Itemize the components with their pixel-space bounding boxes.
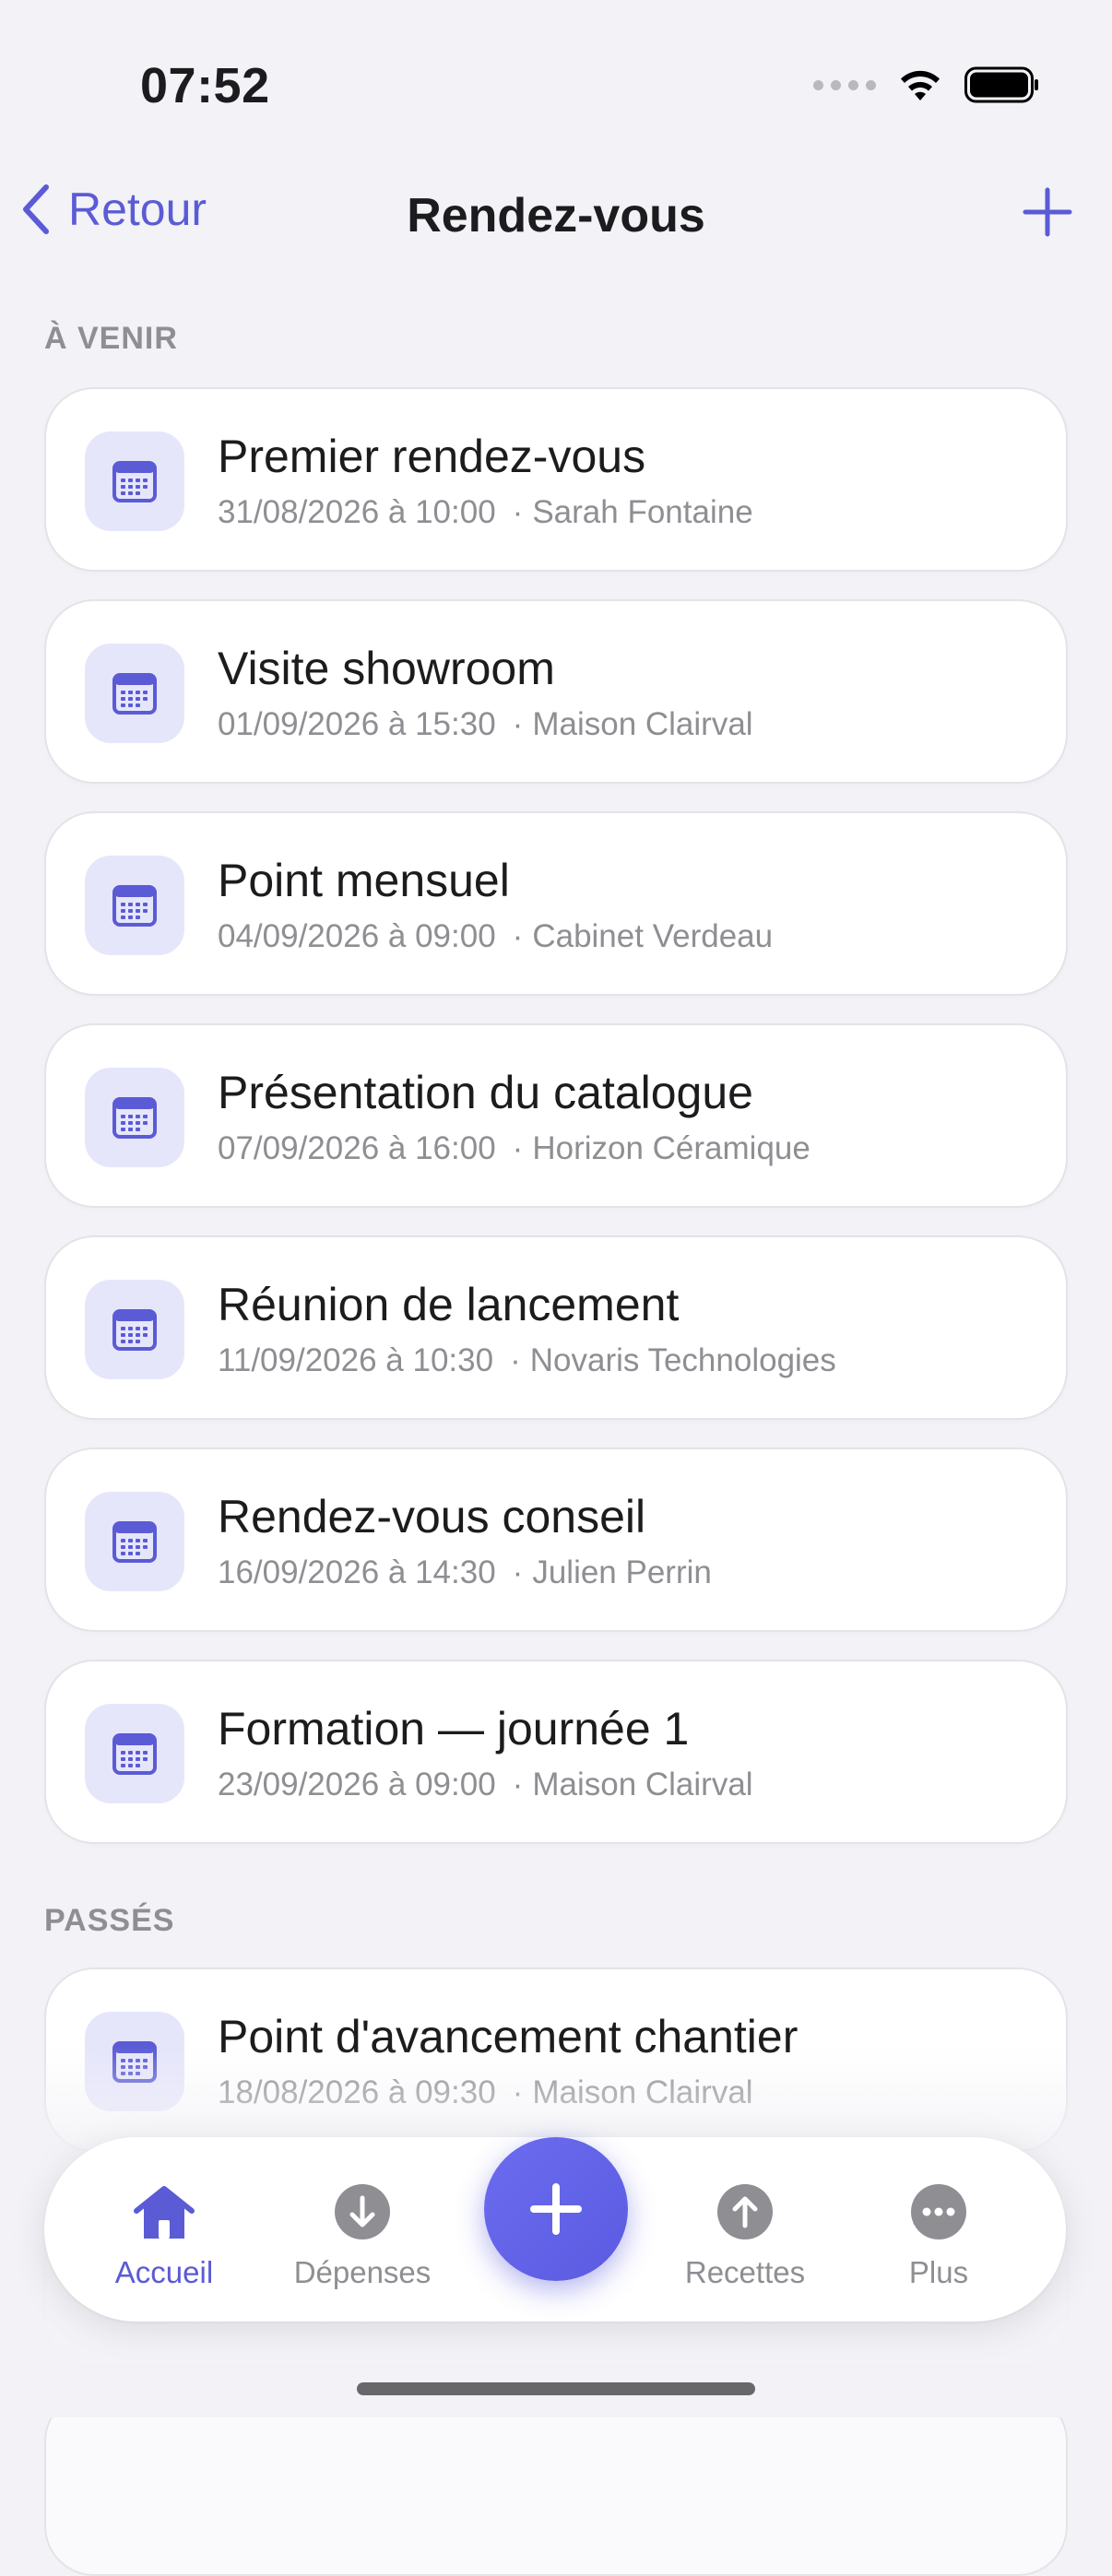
status-time: 07:52 — [140, 58, 270, 113]
status-bar: 07:52 — [0, 0, 1112, 175]
appointment-card[interactable]: Premier rendez-vous 31/08/2026 à 10:00 · S… — [44, 387, 1068, 572]
quick-add-button[interactable] — [484, 2137, 628, 2281]
calendar-icon-badge — [85, 644, 184, 743]
appointment-title: Réunion de lancement — [218, 1279, 680, 1330]
appointment-card[interactable]: Formation — journée 1 23/09/2026 à 09:00… — [44, 1660, 1068, 1844]
appointment-datetime: 07/09/2026 à 16:00 — [218, 1130, 496, 1166]
tab-recettes[interactable]: Recettes — [653, 2137, 837, 2322]
calendar-icon — [112, 461, 157, 502]
plus-icon — [1023, 187, 1072, 237]
appointment-contact: Maison Clairval — [532, 706, 753, 742]
tab-plus[interactable]: Plus — [846, 2137, 1031, 2322]
appointment-title: Formation — journée 1 — [218, 1703, 690, 1755]
calendar-icon — [112, 1309, 157, 1351]
separator-dot: · — [512, 1130, 524, 1166]
tab-accueil[interactable]: Accueil — [72, 2137, 256, 2322]
plus-icon — [530, 2183, 582, 2235]
separator-dot: · — [512, 1554, 524, 1590]
appointment-datetime: 04/09/2026 à 09:00 — [218, 918, 496, 954]
appointment-contact: Horizon Céramique — [532, 1130, 810, 1166]
cellular-signal-icon — [813, 79, 876, 90]
status-icons — [813, 66, 1040, 103]
appointment-datetime: 01/09/2026 à 15:30 — [218, 706, 496, 742]
tab-label: Dépenses — [293, 2255, 432, 2289]
tab-depenses[interactable]: Dépenses — [270, 2137, 455, 2322]
appointment-title: Présentation du catalogue — [218, 1067, 753, 1118]
appointment-contact: Novaris Technologies — [529, 1342, 836, 1378]
add-appointment-button[interactable] — [1011, 175, 1084, 249]
calendar-icon — [112, 1521, 157, 1563]
calendar-icon-badge — [85, 1068, 184, 1167]
appointment-details: 01/09/2026 à 15:30 · Maison Clairval — [218, 706, 753, 743]
separator-dot: · — [512, 494, 524, 530]
appointment-datetime: 11/09/2026 à 10:30 — [218, 1342, 494, 1378]
ellipsis-circle-icon — [911, 2184, 966, 2239]
appointment-title: Rendez-vous conseil — [218, 1491, 646, 1542]
separator-dot: · — [510, 1342, 521, 1378]
battery-icon — [964, 66, 1038, 103]
list-item-partial — [44, 2392, 1068, 2576]
page-title: Rendez-vous — [407, 189, 705, 242]
appointment-contact: Cabinet Verdeau — [532, 918, 774, 954]
appointment-contact: Maison Clairval — [532, 1767, 753, 1802]
calendar-icon-badge — [85, 1704, 184, 1803]
appointment-title: Point mensuel — [218, 855, 510, 906]
calendar-icon-badge — [85, 431, 184, 531]
appointment-datetime: 31/08/2026 à 10:00 — [218, 494, 496, 530]
appointment-details: 16/09/2026 à 14:30 · Julien Perrin — [218, 1554, 712, 1591]
appointment-details: 07/09/2026 à 16:00 · Horizon Céramique — [218, 1130, 810, 1167]
house-icon — [134, 2186, 195, 2239]
appointment-details: 11/09/2026 à 10:30 · Novaris Technologies — [218, 1342, 836, 1379]
tab-label: Recettes — [684, 2255, 806, 2289]
appointment-details: 31/08/2026 à 10:00 · Sarah Fontaine — [218, 494, 753, 531]
appointment-card[interactable]: Point mensuel 04/09/2026 à 09:00 · Cabinet… — [44, 811, 1068, 996]
separator-dot: · — [512, 918, 524, 954]
separator-dot: · — [512, 706, 524, 742]
appointment-datetime: 16/09/2026 à 14:30 — [218, 1554, 496, 1590]
appointment-title: Visite showroom — [218, 643, 555, 694]
calendar-icon-badge — [85, 856, 184, 955]
calendar-icon — [112, 1733, 157, 1775]
calendar-icon-badge — [85, 1492, 184, 1591]
tab-label: Accueil — [114, 2255, 214, 2289]
navigation-bar: Retour Rendez-vous — [0, 175, 1112, 258]
wifi-icon — [901, 70, 940, 100]
appointment-datetime: 23/09/2026 à 09:00 — [218, 1767, 496, 1802]
appointment-title: Premier rendez-vous — [218, 431, 646, 482]
tab-label: Plus — [908, 2255, 969, 2289]
calendar-icon — [112, 885, 157, 927]
home-indicator — [357, 2382, 755, 2395]
appointment-card[interactable]: Présentation du catalogue 07/09/2026 à 1… — [44, 1023, 1068, 1208]
appointment-card[interactable]: Rendez-vous conseil 16/09/2026 à 14:30 · J… — [44, 1448, 1068, 1632]
calendar-icon — [112, 1097, 157, 1139]
appointment-details: 23/09/2026 à 09:00 · Maison Clairval — [218, 1767, 753, 1803]
arrow-up-circle-icon — [717, 2184, 773, 2239]
appointment-contact: Julien Perrin — [532, 1554, 712, 1590]
section-header-past: PASSÉS — [44, 1903, 175, 1938]
section-header-upcoming: À VENIR — [44, 321, 178, 356]
calendar-icon — [112, 673, 157, 715]
separator-dot: · — [512, 1767, 524, 1802]
appointment-details: 04/09/2026 à 09:00 · Cabinet Verdeau — [218, 918, 773, 955]
arrow-down-circle-icon — [335, 2184, 390, 2239]
appointment-contact: Sarah Fontaine — [532, 494, 753, 530]
appointment-card[interactable]: Réunion de lancement 11/09/2026 à 10:30 ·… — [44, 1235, 1068, 1420]
calendar-icon-badge — [85, 1280, 184, 1379]
appointment-card[interactable]: Visite showroom 01/09/2026 à 15:30 · Maiso… — [44, 599, 1068, 784]
